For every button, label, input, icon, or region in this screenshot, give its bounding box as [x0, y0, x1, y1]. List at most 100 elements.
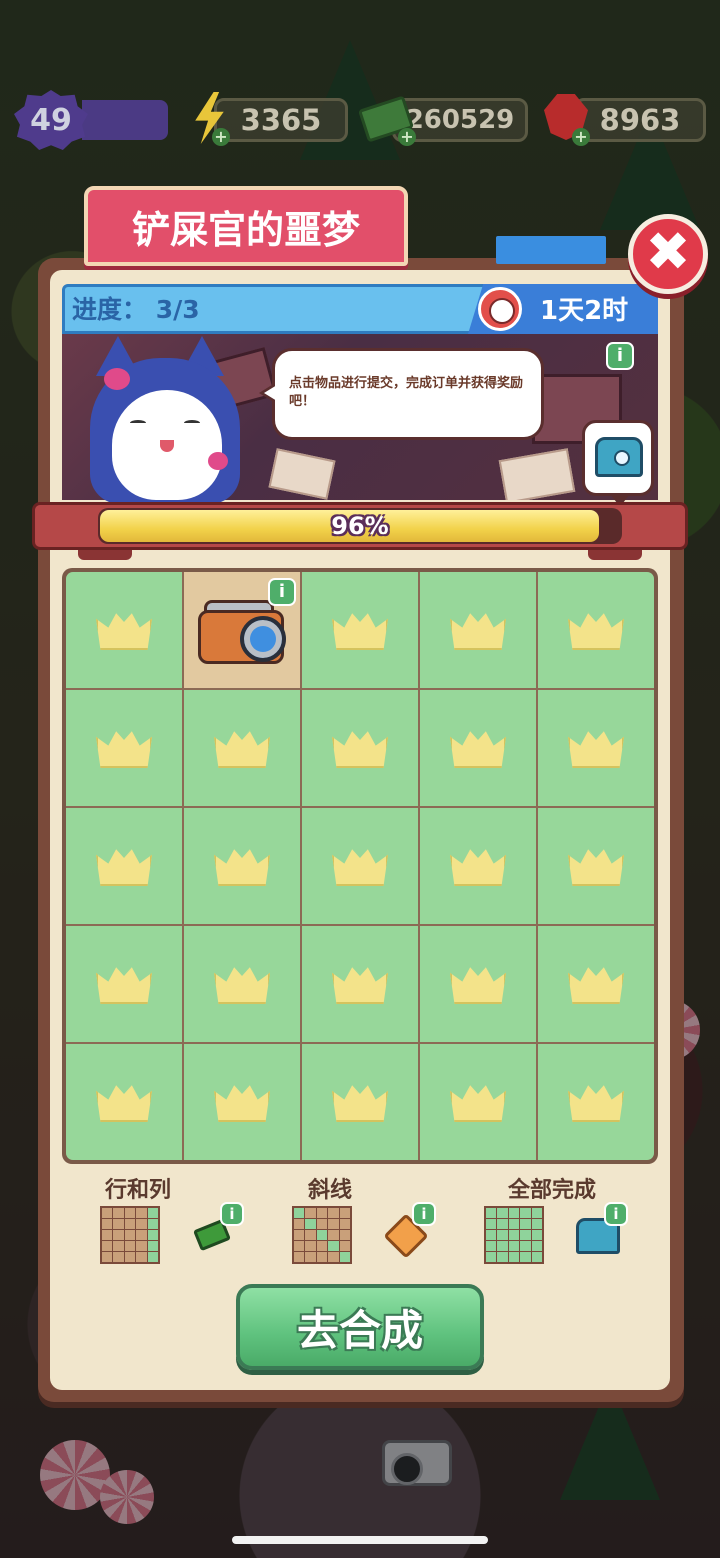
banner-flag [496, 236, 606, 264]
grid-cell[interactable] [420, 1044, 536, 1160]
add-energy-icon[interactable]: + [212, 128, 230, 146]
pattern-cell [486, 1241, 497, 1251]
pattern-cell [520, 1241, 531, 1251]
reward-title: 行和列 [104, 1178, 171, 1203]
cat-spot [208, 452, 228, 470]
pattern-cell [124, 1208, 136, 1218]
pattern-cell [147, 1219, 158, 1229]
go-merge-button[interactable]: 去合成 [236, 1284, 484, 1370]
grid-cell[interactable] [538, 808, 654, 924]
pattern-cell [136, 1208, 147, 1218]
grid-cell[interactable]: i [184, 572, 300, 688]
grid-cell[interactable] [302, 690, 418, 806]
clock-icon [478, 287, 522, 331]
crown-slot-icon [568, 731, 624, 768]
bingo-grid: i [66, 572, 654, 1160]
grid-cell[interactable] [184, 926, 300, 1042]
grid-cell[interactable] [302, 1044, 418, 1160]
pattern-cell [508, 1230, 520, 1240]
pattern-cell [339, 1252, 350, 1262]
pattern-grid [100, 1206, 160, 1264]
reward-legend: 行和列 i 斜线 i 全部完成 i [0, 1172, 720, 1282]
pattern-cell [147, 1241, 158, 1251]
add-gem-icon[interactable]: + [572, 128, 590, 146]
pattern-cell [486, 1252, 497, 1262]
crown-slot-icon [214, 967, 270, 1004]
grid-cell[interactable] [538, 572, 654, 688]
crown-slot-icon [568, 967, 624, 1004]
crown-slot-icon [450, 1085, 506, 1122]
crown-slot-icon [96, 1085, 152, 1122]
pattern-cell [124, 1241, 136, 1251]
pattern-cell [113, 1230, 124, 1240]
grid-cell[interactable] [66, 926, 182, 1042]
reward-row-column[interactable]: 行和列 i [98, 1172, 278, 1272]
final-reward-chest[interactable] [582, 420, 654, 507]
grid-cell[interactable] [538, 1044, 654, 1160]
pattern-cell [124, 1252, 136, 1262]
info-icon[interactable]: i [412, 1202, 436, 1226]
pattern-cell [316, 1219, 328, 1229]
pattern-cell [305, 1241, 316, 1251]
pattern-cell [520, 1219, 531, 1229]
home-indicator[interactable] [232, 1536, 488, 1544]
reward-diagonal[interactable]: 斜线 i [290, 1172, 470, 1272]
grid-cell[interactable] [66, 808, 182, 924]
crown-slot-icon [332, 967, 388, 1004]
grid-cell[interactable] [302, 572, 418, 688]
grid-cell[interactable] [184, 690, 300, 806]
info-icon[interactable]: i [604, 1202, 628, 1226]
pattern-cell [294, 1219, 305, 1229]
grid-cell[interactable] [420, 926, 536, 1042]
pattern-cell [316, 1241, 328, 1251]
pattern-cell [531, 1241, 542, 1251]
level-badge[interactable]: 49 [14, 90, 88, 150]
crown-slot-icon [96, 849, 152, 886]
pattern-cell [531, 1219, 542, 1229]
pattern-cell [113, 1241, 124, 1251]
crown-slot-icon [96, 613, 152, 650]
info-icon[interactable]: i [268, 578, 296, 606]
gem-counter[interactable]: 8963 [574, 98, 706, 142]
pattern-cell [339, 1230, 350, 1240]
close-button[interactable]: ✖ [628, 214, 708, 294]
grid-cell[interactable] [66, 1044, 182, 1160]
pattern-cell [486, 1219, 497, 1229]
grid-cell[interactable] [538, 926, 654, 1042]
grid-cell[interactable] [184, 808, 300, 924]
add-cash-icon[interactable]: + [398, 128, 416, 146]
reward-all[interactable]: 全部完成 i [482, 1172, 662, 1272]
speech-bubble: 点击物品进行提交，完成订单并获得奖励吧！ [259, 348, 544, 440]
grid-cell[interactable] [302, 808, 418, 924]
pattern-cell [497, 1208, 508, 1218]
pattern-cell [339, 1208, 350, 1218]
grid-cell[interactable] [302, 926, 418, 1042]
crown-slot-icon [568, 613, 624, 650]
grid-cell[interactable] [420, 690, 536, 806]
grid-cell[interactable] [420, 572, 536, 688]
grid-cell[interactable] [66, 572, 182, 688]
pattern-cell [305, 1252, 316, 1262]
info-icon[interactable]: i [220, 1202, 244, 1226]
grid-cell[interactable] [420, 808, 536, 924]
pattern-cell [328, 1230, 339, 1240]
grid-cell[interactable] [538, 690, 654, 806]
crown-slot-icon [96, 731, 152, 768]
pattern-cell [294, 1241, 305, 1251]
pattern-cell [102, 1252, 113, 1262]
pattern-cell [316, 1252, 328, 1262]
progress-label: 进度： 3/3 [72, 295, 200, 324]
grid-cell[interactable] [184, 1044, 300, 1160]
pattern-cell [147, 1208, 158, 1218]
energy-counter[interactable]: 3365 [214, 98, 348, 142]
timer-text: 1天2时 [540, 295, 629, 326]
pattern-cell [339, 1241, 350, 1251]
info-icon[interactable]: i [606, 342, 634, 370]
pattern-cell [102, 1219, 113, 1229]
level-number: 49 [30, 102, 72, 138]
grid-cell[interactable] [66, 690, 182, 806]
crown-slot-icon [332, 613, 388, 650]
pattern-cell [102, 1241, 113, 1251]
crown-slot-icon [450, 967, 506, 1004]
pattern-cell [147, 1252, 158, 1262]
